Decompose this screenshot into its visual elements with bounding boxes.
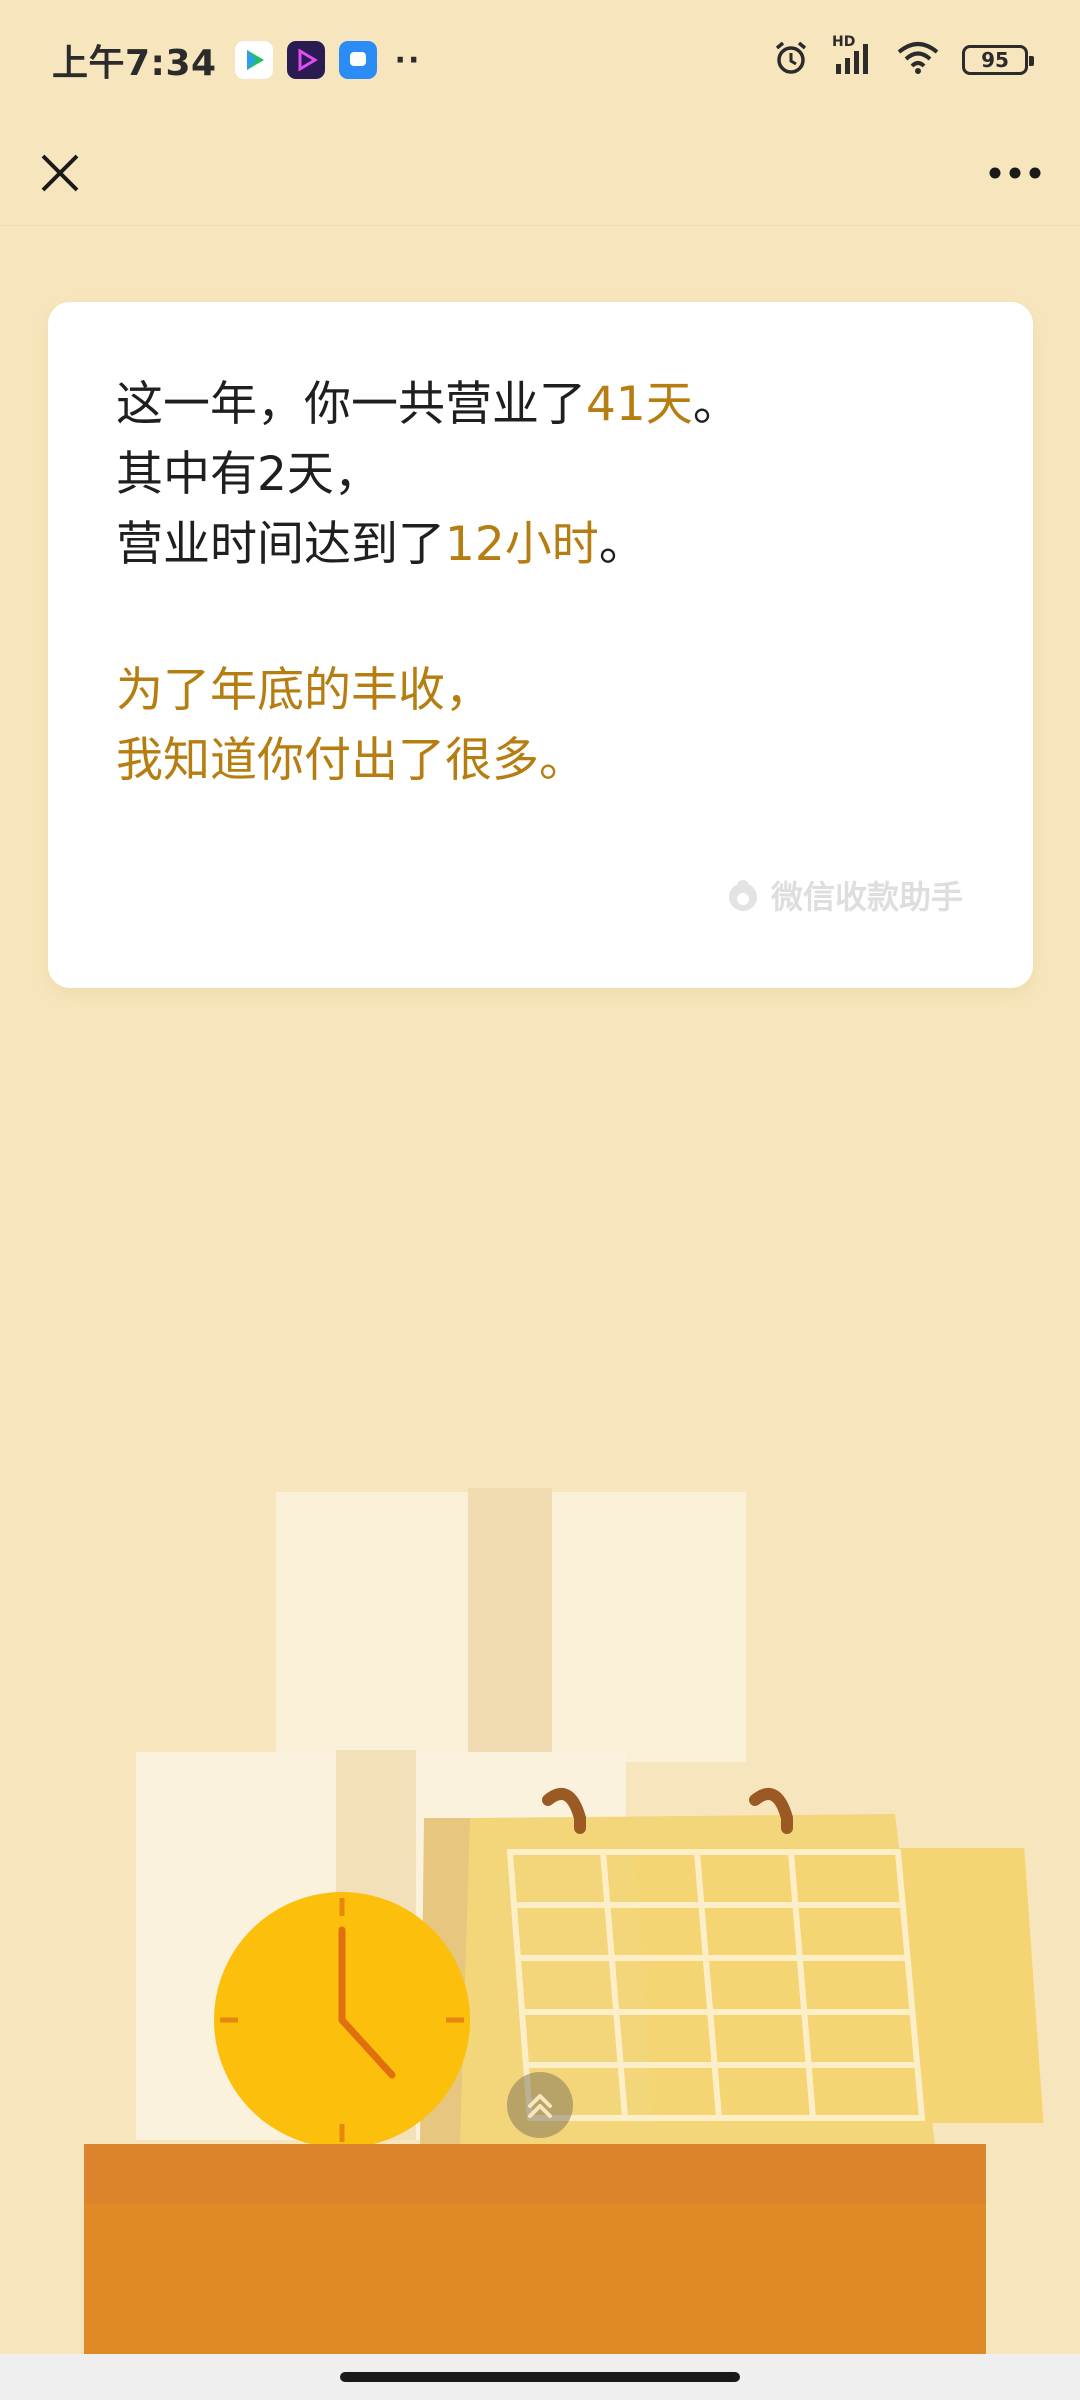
long-hours-value: 12小时 (445, 517, 599, 572)
business-days-suffix: 。 (692, 377, 740, 432)
close-icon (41, 154, 79, 191)
battery-indicator: 95 (962, 45, 1034, 75)
video-app-icon (234, 41, 273, 79)
back-box-tape (468, 1488, 552, 1762)
media-app-icon (286, 41, 325, 79)
status-bar: 上午7:34 ·· HD 95 (0, 0, 1080, 120)
status-right: HD 95 (772, 34, 1034, 81)
wifi-icon (896, 40, 940, 80)
alarm-icon (772, 39, 810, 81)
message-app-icon (338, 41, 377, 79)
calendar-face (634, 1848, 1044, 2123)
notification-icons (234, 41, 377, 79)
more-button[interactable] (980, 143, 1050, 203)
long-hours-text: 营业时间达到了 (116, 517, 445, 572)
long-days-line: 其中有2天， (116, 447, 381, 502)
more-icon (989, 167, 1041, 178)
page: 上午7:34 ·· HD 95 这一年，你一共营业了41天。 其中有2天， 营业… (0, 0, 1080, 2400)
long-hours-line: 营业时间达到了12小时。 (116, 510, 965, 580)
scroll-up-button[interactable] (507, 2072, 573, 2138)
wechat-pay-logo-icon (728, 880, 757, 911)
business-days-line: 这一年，你一共营业了41天。 (116, 370, 965, 440)
encouragement-line-2: 我知道你付出了很多。 (116, 733, 586, 788)
encouragement-line-1: 为了年底的丰收， (116, 663, 492, 718)
close-button[interactable] (30, 143, 90, 203)
home-indicator[interactable] (340, 2372, 740, 2382)
long-hours-suffix: 。 (598, 517, 646, 572)
business-days-text: 这一年，你一共营业了 (116, 377, 586, 432)
business-days-value: 41天 (586, 377, 693, 432)
table-top-shade (84, 2144, 986, 2204)
signal-icon: HD (832, 34, 874, 80)
summary-card: 这一年，你一共营业了41天。 其中有2天， 营业时间达到了12小时。 为了年底的… (48, 302, 1033, 988)
illustration (84, 1488, 1044, 2356)
watermark: 微信收款助手 (725, 872, 963, 918)
double-chevron-up-icon (528, 2094, 552, 2118)
more-notifications-indicator: ·· (394, 42, 422, 78)
status-time: 上午7:34 (52, 43, 217, 84)
watermark-text: 微信收款助手 (770, 878, 963, 916)
nav-bar (0, 120, 1080, 226)
network-label: HD (832, 34, 856, 50)
